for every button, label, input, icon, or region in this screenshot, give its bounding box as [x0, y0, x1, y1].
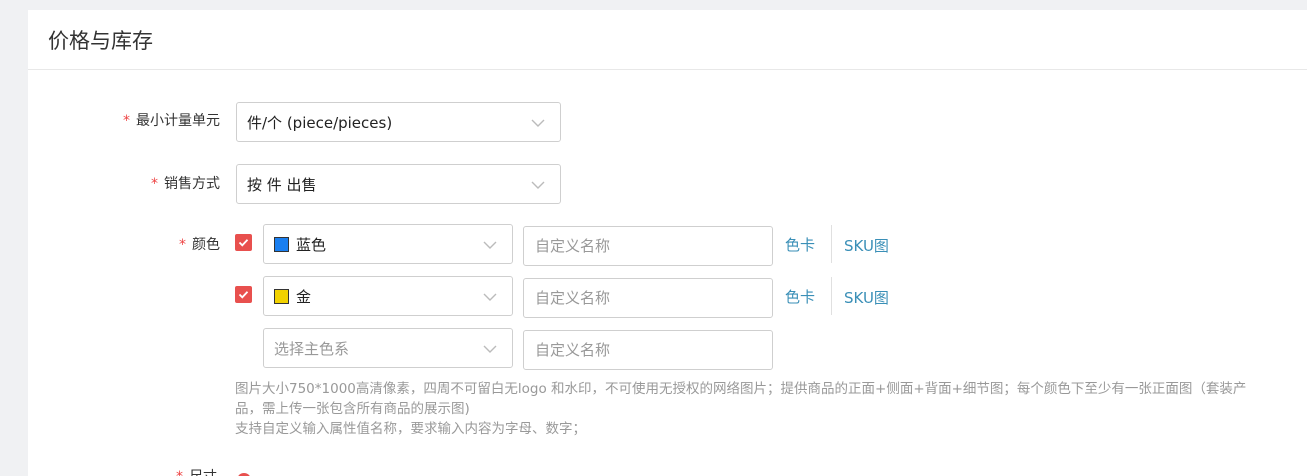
chevron-down-icon — [482, 341, 498, 357]
sale-label: * 销售方式 — [28, 173, 228, 193]
sku-image-link-2[interactable]: SKU图 — [844, 287, 889, 308]
divider — [831, 225, 832, 263]
unit-label-text: 最小计量单元 — [136, 113, 220, 129]
color-select-3-placeholder: 选择主色系 — [274, 339, 350, 358]
required-mark: * — [176, 469, 183, 476]
required-mark: * — [179, 237, 186, 253]
color-label-text: 颜色 — [192, 237, 220, 253]
color-card-link-1[interactable]: 色卡 — [785, 234, 815, 255]
color-checkbox-2[interactable] — [235, 286, 252, 303]
color-swatch-blue — [274, 236, 289, 252]
required-mark: * — [123, 113, 130, 129]
size-label-text: 尺寸 — [189, 469, 217, 476]
sku-image-link-1[interactable]: SKU图 — [844, 235, 889, 256]
chevron-down-icon — [482, 237, 498, 253]
color-select-1-value: 蓝色 — [296, 235, 327, 254]
unit-label: * 最小计量单元 — [28, 110, 228, 130]
sale-label-text: 销售方式 — [164, 176, 220, 192]
custom-name-input-1[interactable] — [523, 226, 773, 266]
chevron-down-icon — [530, 177, 546, 193]
size-label: * 尺寸 — [176, 466, 217, 476]
color-swatch-gold — [274, 288, 289, 304]
color-card-link-2[interactable]: 色卡 — [785, 286, 815, 307]
chevron-down-icon — [482, 289, 498, 305]
sale-mode-select[interactable]: 按 件 出售 — [236, 164, 561, 204]
color-hint: 图片大小750*1000高清像素，四周不可留白无logo 和水印，不可使用无授权… — [235, 379, 1265, 439]
price-inventory-panel: 价格与库存 * 最小计量单元 件/个 (piece/pieces) * 销售方式 按… — [28, 10, 1307, 476]
hint-line-2: 支持自定义输入属性值名称，要求输入内容为字母、数字； — [235, 421, 586, 437]
color-select-2-value: 金 — [296, 287, 312, 306]
color-checkbox-1[interactable] — [235, 234, 252, 251]
panel-header: 价格与库存 — [28, 10, 1307, 70]
sale-mode-value: 按 件 出售 — [247, 175, 317, 194]
color-select-2[interactable]: 金 — [263, 276, 513, 316]
color-label: * 颜色 — [28, 234, 228, 254]
unit-select-value: 件/个 (piece/pieces) — [247, 113, 393, 132]
color-select-1[interactable]: 蓝色 — [263, 224, 513, 264]
chevron-down-icon — [530, 115, 546, 131]
custom-name-input-3[interactable] — [523, 330, 773, 370]
custom-name-input-2[interactable] — [523, 278, 773, 318]
hint-line-1: 图片大小750*1000高清像素，四周不可留白无logo 和水印，不可使用无授权… — [235, 381, 1247, 417]
required-mark: * — [151, 176, 158, 192]
panel-title: 价格与库存 — [48, 28, 153, 53]
divider — [831, 277, 832, 315]
color-select-3[interactable]: 选择主色系 — [263, 328, 513, 368]
unit-select[interactable]: 件/个 (piece/pieces) — [236, 102, 561, 142]
